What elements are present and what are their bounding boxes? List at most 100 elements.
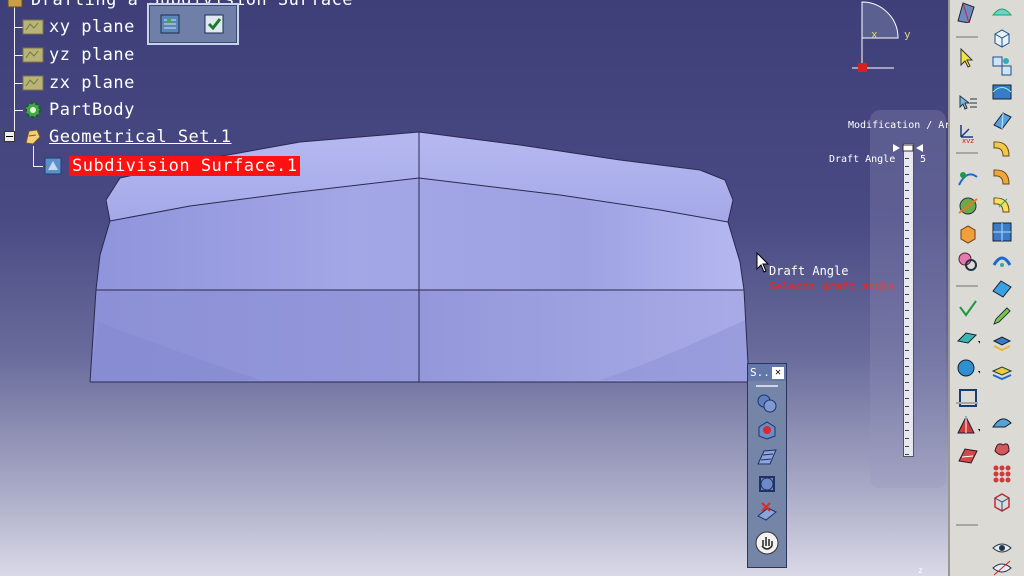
slider-tick <box>905 302 909 303</box>
tree-item-xy-plane[interactable]: xy plane <box>22 16 135 38</box>
slider-tick <box>905 318 909 319</box>
stack-icon[interactable] <box>990 332 1014 356</box>
slider-tick <box>905 342 909 343</box>
slider-tick <box>905 214 909 215</box>
wireframe-cube-icon[interactable] <box>990 490 1014 514</box>
fillet-yellow-icon[interactable] <box>990 136 1014 160</box>
workbench-toolbar: xyz <box>948 0 1024 576</box>
draft-angle-label: Draft Angle <box>829 154 896 165</box>
slider-tick <box>905 174 909 175</box>
compass-widget[interactable]: x y <box>852 0 922 75</box>
close-icon[interactable]: ✕ <box>772 366 784 379</box>
slider-tick <box>905 438 909 439</box>
subdivision-surface-icon <box>42 156 64 176</box>
check-curve-icon[interactable] <box>956 296 980 320</box>
slider-tick <box>905 246 909 247</box>
curve-point-icon[interactable] <box>956 166 980 190</box>
slider-tick <box>905 310 909 311</box>
fillet-orange-icon[interactable] <box>990 164 1014 188</box>
plane-icon <box>22 73 44 93</box>
tree-item-label: PartBody <box>49 100 135 120</box>
slider-tick <box>905 182 909 183</box>
wrap-surface-icon[interactable] <box>990 276 1014 300</box>
workbench-icon[interactable] <box>954 0 978 24</box>
vertices-icon <box>757 394 777 413</box>
slider-tick <box>905 190 909 191</box>
dot-grid-icon[interactable] <box>990 462 1014 486</box>
blob-red-icon[interactable] <box>990 436 1014 460</box>
select-arrow-icon[interactable] <box>956 46 980 70</box>
deselect-icon <box>757 502 777 521</box>
select-face-button[interactable] <box>754 418 780 442</box>
slider-tick <box>905 446 909 447</box>
collapse-toggle[interactable] <box>4 131 15 142</box>
net-icon <box>759 476 775 492</box>
slider-tick <box>905 166 909 167</box>
compass-y-label: y <box>904 28 911 41</box>
deselect-button[interactable] <box>754 499 780 523</box>
axis-xyz-icon[interactable]: xyz <box>956 120 980 144</box>
sphere-dropdown-icon[interactable] <box>956 356 980 380</box>
rectangle-select-icon[interactable] <box>956 386 980 410</box>
tree-item-label: Geometrical Set.1 <box>49 127 232 147</box>
sphere-line-icon[interactable] <box>956 194 980 218</box>
3d-viewport[interactable]: Drafting a Subdivision Surface xy plane … <box>0 0 948 576</box>
slider-tick <box>905 398 909 399</box>
mesh-surface-icon[interactable] <box>990 80 1014 104</box>
spheres-search-icon[interactable] <box>956 250 980 274</box>
grid-icon[interactable] <box>990 220 1014 244</box>
selection-toolbar: S.. ✕ <box>747 363 787 568</box>
validate-check-button[interactable] <box>200 10 230 38</box>
arc-blue-icon[interactable] <box>990 248 1014 272</box>
sweep-icon[interactable] <box>990 108 1014 132</box>
select-edge-button[interactable] <box>754 445 780 469</box>
selection-toolbar-titlebar[interactable]: S.. ✕ <box>748 364 786 381</box>
select-net-button[interactable] <box>754 472 780 496</box>
slider-tick <box>905 222 909 223</box>
tree-item-label-selected: Subdivision Surface.1 <box>69 156 301 176</box>
svg-text:xyz: xyz <box>962 137 974 143</box>
wing-surface-icon[interactable] <box>990 410 1014 434</box>
slider-tick <box>905 270 909 271</box>
slider-tick <box>905 254 909 255</box>
slider-knob-icon[interactable] <box>893 144 923 152</box>
hand-pick-button[interactable] <box>754 531 780 555</box>
tree-item-geometrical-set[interactable]: Geometrical Set.1 <box>22 126 232 148</box>
boxes-icon[interactable] <box>990 54 1014 78</box>
list-select-icon[interactable] <box>956 92 980 116</box>
tree-item-label: yz plane <box>49 45 135 65</box>
edit-mesh-button[interactable] <box>156 10 186 38</box>
slider-tick <box>905 454 909 455</box>
box-icon[interactable] <box>990 26 1014 50</box>
edges-icon <box>757 449 777 465</box>
pencil-green-icon[interactable] <box>990 304 1014 328</box>
mouse-cursor-icon <box>756 252 770 273</box>
cube-orange-icon[interactable] <box>956 222 980 246</box>
layers-icon[interactable] <box>990 360 1014 384</box>
slider-tick <box>905 358 909 359</box>
modification-title: Modification / Ar <box>848 120 948 131</box>
tree-item-yz-plane[interactable]: yz plane <box>22 44 135 66</box>
slider-tick <box>905 390 909 391</box>
slider-tick <box>905 262 909 263</box>
slider-tick <box>905 294 909 295</box>
tree-item-partbody[interactable]: PartBody <box>22 99 135 121</box>
eye-hide-icon[interactable] <box>990 556 1014 580</box>
compass-x-label: x <box>871 28 878 41</box>
slider-tick <box>905 158 909 159</box>
selection-toolbar-title: S.. <box>750 366 770 379</box>
fillet-blend-icon[interactable] <box>990 192 1014 216</box>
slider-tick <box>905 406 909 407</box>
plane-icon <box>22 17 44 37</box>
patch-red-icon[interactable] <box>956 444 980 468</box>
tree-item-zx-plane[interactable]: zx plane <box>22 72 135 94</box>
tree-item-subdivision-surface[interactable]: Subdivision Surface.1 <box>42 155 301 177</box>
plane-dropdown-icon[interactable] <box>956 326 980 350</box>
slider-tick <box>905 382 909 383</box>
select-vertex-button[interactable] <box>754 391 780 415</box>
floating-mini-toolbar <box>147 3 239 45</box>
cone-dropdown-icon[interactable] <box>956 414 980 438</box>
plane-icon <box>22 45 44 65</box>
slider-tick <box>905 334 909 335</box>
surface-arc-icon[interactable] <box>990 0 1014 24</box>
